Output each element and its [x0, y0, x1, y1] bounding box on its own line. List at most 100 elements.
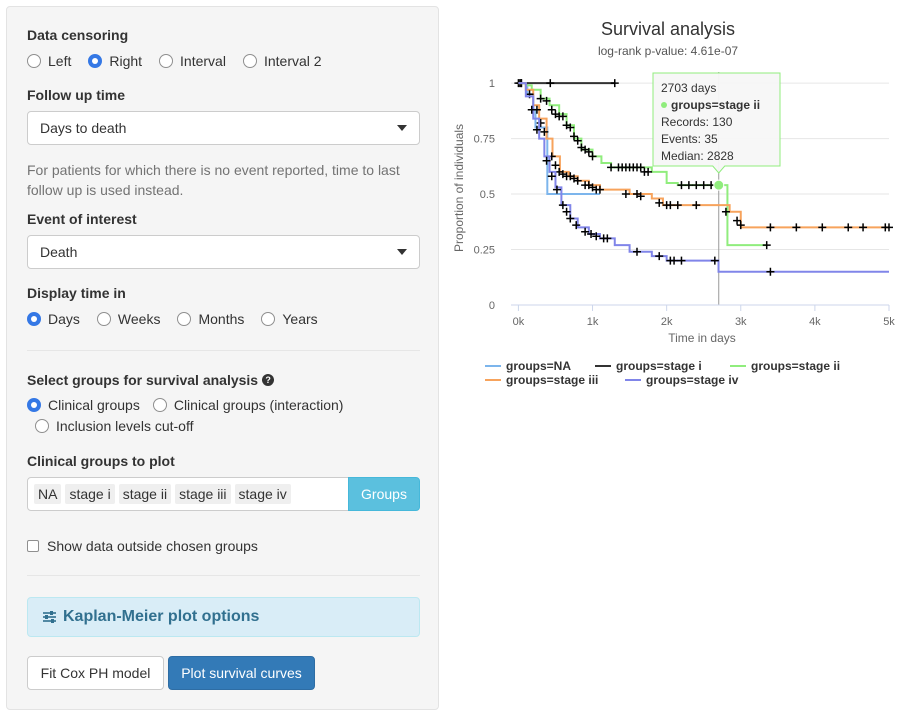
event-label: Event of interest [27, 211, 137, 227]
group-tag[interactable]: NA [34, 484, 62, 504]
follow-up-value: Days to death [40, 120, 127, 136]
chart-subtitle: log-rank p-value: 4.61e-07 [598, 44, 738, 58]
group-tag[interactable]: stage ii [118, 484, 172, 504]
show-outside-groups-option[interactable]: Show data outside chosen groups [27, 538, 258, 554]
divider [27, 350, 420, 351]
groups-radio-clinical[interactable]: Clinical groups [27, 397, 140, 413]
tooltip-line: 2703 days [661, 81, 716, 95]
radio-button-checked[interactable] [27, 398, 41, 412]
y-tick-label: 0.75 [474, 134, 495, 146]
radio-button[interactable] [261, 312, 276, 326]
groups-radio-inclusion[interactable]: Inclusion levels cut-off [35, 418, 193, 434]
time-radio-months[interactable]: Months [177, 311, 244, 327]
censor-mark [666, 201, 675, 210]
radio-button-checked[interactable] [27, 312, 41, 326]
censor-mark [859, 223, 868, 232]
x-axis-label: Time in days [668, 331, 736, 345]
clinical-groups-label: Clinical groups to plot [27, 453, 175, 469]
censoring-radio-left[interactable]: Left [27, 53, 71, 69]
censor-mark [558, 201, 567, 210]
censor-mark [547, 105, 556, 114]
legend: groups=NA groups=stage i groups=stage ii gr… [485, 359, 840, 387]
y-tick-label: 1 [489, 78, 495, 90]
groups-select-label: Select groups for survival analysis? [27, 372, 275, 388]
censor-mark [692, 201, 701, 210]
radio-button-checked[interactable] [88, 54, 103, 68]
censor-mark [636, 163, 645, 172]
tooltip-series-dot [661, 102, 667, 108]
group-tag[interactable]: stage i [65, 484, 115, 504]
radio-button[interactable] [242, 54, 257, 68]
caret-down-icon [397, 249, 407, 255]
censor-mark [603, 234, 612, 243]
x-tick-label: 5k [883, 316, 895, 328]
plot-survival-button[interactable]: Plot survival curves [168, 656, 315, 690]
censoring-label: Data censoring [27, 27, 129, 43]
divider [27, 575, 420, 576]
event-select[interactable]: Death [27, 235, 420, 269]
km-options-toggle[interactable]: Kaplan-Meier plot options [27, 597, 420, 637]
event-value: Death [40, 244, 78, 260]
x-tick-label: 3k [735, 316, 747, 328]
show-outside-groups-checkbox[interactable] [27, 540, 39, 552]
survival-chart[interactable]: Survival analysis log-rank p-value: 4.61… [440, 0, 901, 400]
censor-mark [673, 201, 682, 210]
censor-mark [762, 241, 771, 250]
censor-mark [670, 256, 679, 265]
censor-mark [551, 161, 560, 170]
radio-button[interactable] [177, 312, 192, 326]
follow-up-select[interactable]: Days to death [27, 111, 420, 145]
group-tag[interactable]: stage iv [234, 484, 291, 504]
x-tick-label: 4k [809, 316, 821, 328]
censoring-radio-group: Left Right Interval Interval 2 [27, 51, 339, 71]
censor-mark [546, 79, 555, 88]
radio-button[interactable] [35, 419, 49, 433]
x-tick-label: 0k [513, 316, 525, 328]
censor-mark [699, 181, 708, 190]
censor-mark [677, 256, 686, 265]
censor-mark [792, 223, 801, 232]
legend-item-label: groups=stage iv [646, 373, 739, 387]
censor-mark [818, 223, 827, 232]
show-outside-groups-label: Show data outside chosen groups [47, 538, 258, 554]
tooltip-line: Events: 35 [661, 132, 718, 146]
censor-mark [595, 185, 604, 194]
censor-mark [607, 163, 616, 172]
display-time-label: Display time in [27, 285, 126, 301]
time-radio-weeks[interactable]: Weeks [96, 311, 160, 327]
legend-item-label: groups=stage iii [506, 373, 598, 387]
censor-mark [536, 119, 545, 128]
follow-up-help-text: For patients for which there is no event… [27, 162, 400, 198]
clinical-groups-input[interactable]: NA stage i stage ii stage iii stage iv [27, 477, 349, 511]
censoring-radio-right[interactable]: Right [88, 53, 142, 69]
fit-cox-button[interactable]: Fit Cox PH model [27, 656, 164, 690]
tooltip-line: Records: 130 [661, 115, 733, 129]
radio-button[interactable] [159, 54, 174, 68]
radio-button[interactable] [152, 398, 167, 412]
legend-item-label: groups=NA [506, 359, 571, 373]
groups-button[interactable]: Groups [348, 477, 420, 511]
groups-radio-group: Clinical groups Clinical groups (interac… [27, 395, 360, 415]
y-axis-label: Proportion of individuals [452, 124, 466, 252]
groups-radio-clinical-interaction[interactable]: Clinical groups (interaction) [152, 397, 343, 413]
censor-mark [633, 247, 641, 256]
censor-mark [684, 181, 693, 190]
time-radio-days[interactable]: Days [27, 311, 80, 327]
x-tick-label: 2k [661, 316, 673, 328]
censoring-radio-interval[interactable]: Interval [159, 53, 226, 69]
y-tick-label: 0.5 [480, 189, 495, 201]
radio-button[interactable] [27, 54, 41, 68]
question-circle-icon[interactable]: ? [262, 374, 275, 387]
censoring-radio-interval-2[interactable]: Interval 2 [242, 53, 322, 69]
tooltip: 2703 days groups=stage ii Records: 130 Even… [652, 72, 781, 191]
censor-mark [692, 181, 701, 190]
radio-button[interactable] [96, 312, 111, 326]
censor-mark [766, 267, 775, 276]
groups-select-label-text: Select groups for survival analysis [27, 372, 259, 388]
group-tag[interactable]: stage iii [175, 484, 231, 504]
sliders-icon [43, 611, 56, 623]
time-radio-years[interactable]: Years [261, 311, 318, 327]
censor-mark [885, 223, 893, 232]
caret-down-icon [397, 125, 407, 131]
hover-point [713, 179, 725, 191]
